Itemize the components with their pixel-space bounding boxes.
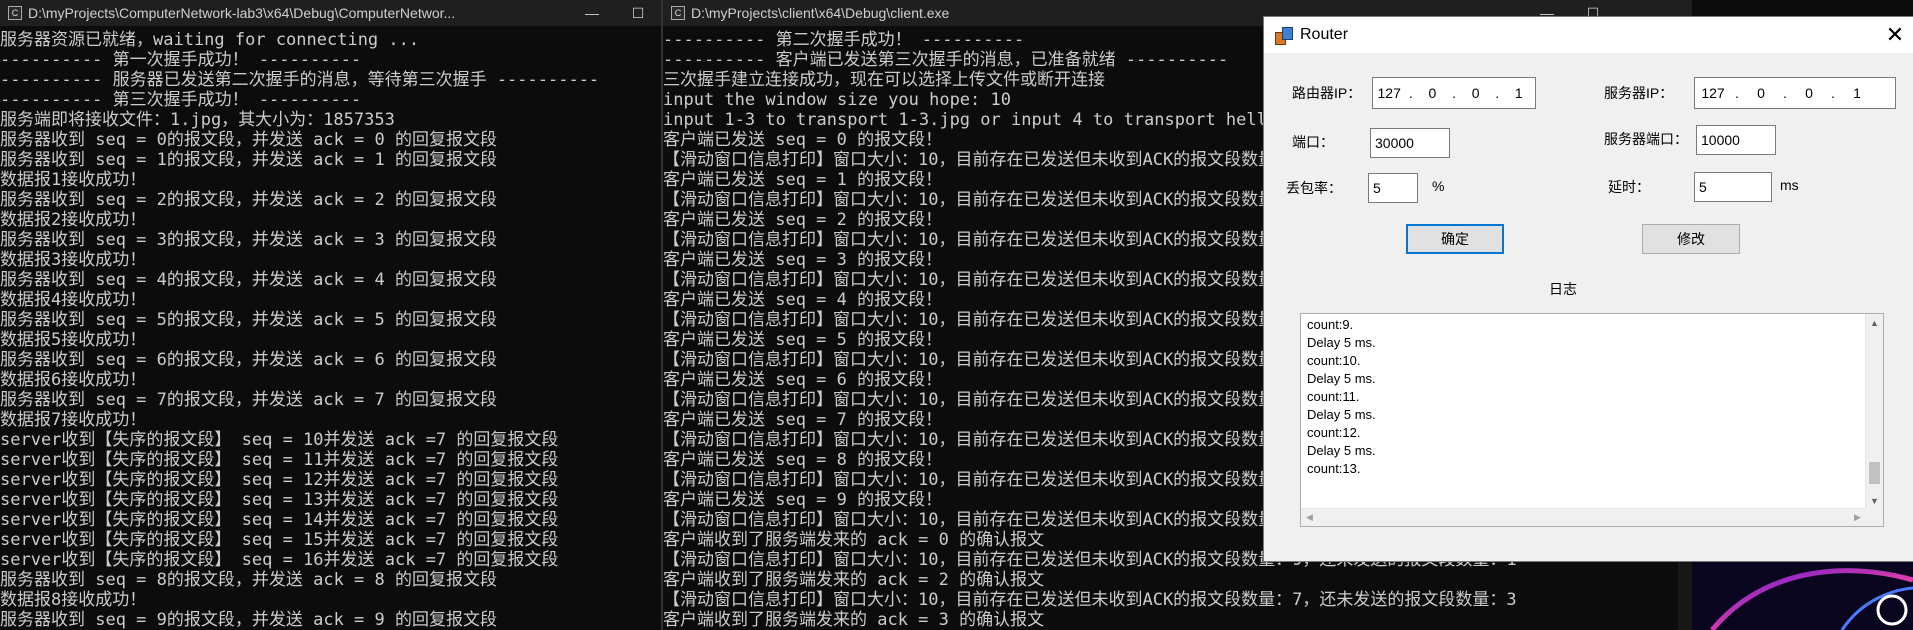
scroll-thumb[interactable] (1869, 462, 1880, 484)
console-line: 服务器收到 seq = 3的报文段，并发送 ack = 3 的回复报文段 (0, 230, 497, 250)
server-console-title: D:\myProjects\ComputerNetwork-lab3\x64\D… (28, 5, 456, 21)
ip-dot: . (1831, 85, 1835, 101)
log-line: count:12. (1307, 425, 1361, 440)
console-line: 数据报3接收成功！ (0, 250, 147, 270)
port-input[interactable]: 30000 (1370, 128, 1450, 158)
console-line: 服务器收到 seq = 6的报文段，并发送 ack = 6 的回复报文段 (0, 350, 497, 370)
log-horizontal-scrollbar[interactable]: ◀ ▶ (1301, 508, 1866, 526)
router-dialog: Router ✕ 路由器IP： 127. 0. 0. 1 服务器IP： 127.… (1263, 16, 1913, 562)
server-ip-field[interactable]: 127. 0. 0. 1 (1694, 77, 1896, 109)
server-console-output: 服务器资源已就绪，waiting for connecting ... -----… (0, 26, 661, 630)
console-line: 服务器收到 seq = 0的报文段，并发送 ack = 0 的回复报文段 (0, 130, 497, 150)
server-port-label: 服务器端口： (1604, 131, 1688, 147)
packet-loss-label: 丢包率： (1286, 180, 1342, 196)
console-line: 服务端即将接收文件：1.jpg，其大小为：1857353 (0, 110, 395, 130)
server-port-input[interactable]: 10000 (1696, 125, 1776, 155)
minimize-icon[interactable]: — (569, 0, 615, 26)
scroll-up-icon[interactable]: ▲ (1866, 314, 1883, 331)
client-console-title: D:\myProjects\client\x64\Debug\client.ex… (691, 5, 950, 21)
console-line: server收到【失序的报文段】 seq = 12并发送 ack =7 的回复报… (0, 470, 559, 490)
packet-loss-input[interactable]: 5 (1368, 173, 1418, 203)
log-line: Delay 5 ms. (1307, 407, 1376, 422)
log-line: Delay 5 ms. (1307, 443, 1376, 458)
server-ip-octet-2[interactable]: 0 (1743, 85, 1779, 101)
console-app-icon: C (8, 6, 22, 20)
log-line: Delay 5 ms. (1307, 371, 1376, 386)
console-line: 数据报4接收成功！ (0, 290, 147, 310)
ip-dot: . (1452, 85, 1456, 101)
delay-unit: ms (1780, 177, 1799, 193)
scroll-left-icon[interactable]: ◀ (1301, 509, 1318, 526)
console-line: 【滑动窗口信息打印】窗口大小：10，目前存在已发送但未收到ACK的报文段数量：7… (663, 590, 1517, 610)
console-line: 服务器收到 seq = 2的报文段，并发送 ack = 2 的回复报文段 (0, 190, 497, 210)
console-line: 服务器资源已就绪，waiting for connecting ... (0, 30, 420, 50)
server-ip-octet-1[interactable]: 127 (1695, 85, 1731, 101)
console-line: 服务器收到 seq = 1的报文段，并发送 ack = 1 的回复报文段 (0, 150, 497, 170)
server-ip-octet-4[interactable]: 1 (1839, 85, 1875, 101)
router-app-icon (1274, 26, 1293, 45)
packet-loss-unit: % (1432, 178, 1445, 194)
router-title: Router (1300, 26, 1349, 43)
console-line: ---------- 服务器已发送第二次握手的消息，等待第三次握手 ------… (0, 70, 600, 90)
scroll-right-icon[interactable]: ▶ (1849, 509, 1866, 526)
log-vertical-scrollbar[interactable]: ▲ ▼ (1865, 314, 1883, 509)
console-line: 服务器收到 seq = 9的报文段，并发送 ack = 9 的回复报文段 (0, 610, 497, 630)
port-label: 端口： (1292, 134, 1334, 150)
router-ip-octet-3[interactable]: 0 (1459, 85, 1491, 101)
console-line: 服务器收到 seq = 4的报文段，并发送 ack = 4 的回复报文段 (0, 270, 497, 290)
console-line: 数据报5接收成功！ (0, 330, 147, 350)
console-line: ---------- 第三次握手成功！ ---------- (0, 90, 362, 110)
console-line: 数据报2接收成功！ (0, 210, 147, 230)
console-line: 客户端收到了服务端发来的 ack = 2 的确认报文 (663, 570, 1045, 590)
router-ip-octet-4[interactable]: 1 (1503, 85, 1535, 101)
console-line: 客户端收到了服务端发来的 ack = 3 的确认报文 (663, 610, 1045, 630)
delay-label: 延时： (1608, 179, 1650, 195)
console-line: 数据报6接收成功！ (0, 370, 147, 390)
console-line: server收到【失序的报文段】 seq = 13并发送 ack =7 的回复报… (0, 490, 559, 510)
console-line: server收到【失序的报文段】 seq = 14并发送 ack =7 的回复报… (0, 510, 559, 530)
scrollbar-corner (1866, 509, 1883, 526)
console-line: 服务器收到 seq = 7的报文段，并发送 ack = 7 的回复报文段 (0, 390, 497, 410)
router-ip-octet-1[interactable]: 127 (1373, 85, 1405, 101)
console-line: 服务器收到 seq = 5的报文段，并发送 ack = 5 的回复报文段 (0, 310, 497, 330)
server-console-window: C D:\myProjects\ComputerNetwork-lab3\x64… (0, 0, 661, 630)
scroll-down-icon[interactable]: ▼ (1866, 492, 1883, 509)
wallpaper-swirl-graphic (1710, 568, 1913, 630)
maximize-icon[interactable]: ☐ (615, 0, 661, 26)
log-content: count:9. Delay 5 ms. count:10. Delay 5 ms. c… (1307, 316, 1865, 508)
desktop-wallpaper (1692, 560, 1913, 630)
server-ip-octet-3[interactable]: 0 (1791, 85, 1827, 101)
server-ip-label: 服务器IP： (1604, 85, 1674, 101)
delay-input[interactable]: 5 (1694, 172, 1772, 202)
router-titlebar[interactable]: Router ✕ (1264, 17, 1913, 53)
server-console-titlebar[interactable]: C D:\myProjects\ComputerNetwork-lab3\x64… (0, 0, 661, 26)
console-line: server收到【失序的报文段】 seq = 11并发送 ack =7 的回复报… (0, 450, 559, 470)
log-line: count:10. (1307, 353, 1361, 368)
console-line: server收到【失序的报文段】 seq = 16并发送 ack =7 的回复报… (0, 550, 559, 570)
router-ip-label: 路由器IP： (1292, 85, 1362, 101)
console-line: server收到【失序的报文段】 seq = 10并发送 ack =7 的回复报… (0, 430, 559, 450)
log-listbox[interactable]: count:9. Delay 5 ms. count:10. Delay 5 ms. c… (1300, 313, 1884, 527)
console-line: 服务器收到 seq = 8的报文段，并发送 ack = 8 的回复报文段 (0, 570, 497, 590)
console-app-icon: C (671, 6, 685, 20)
log-line: count:13. (1307, 461, 1361, 476)
router-ip-field[interactable]: 127. 0. 0. 1 (1372, 77, 1536, 109)
close-icon[interactable]: ✕ (1880, 21, 1910, 49)
console-line: 数据报8接收成功！ (0, 590, 147, 610)
ip-dot: . (1735, 85, 1739, 101)
ip-dot: . (1408, 85, 1413, 101)
console-line: ---------- 第一次握手成功！ ---------- (0, 50, 362, 70)
ip-dot: . (1783, 85, 1787, 101)
log-line: Delay 5 ms. (1307, 335, 1376, 350)
confirm-button[interactable]: 确定 (1406, 224, 1504, 254)
console-line: 数据报1接收成功！ (0, 170, 147, 190)
log-label: 日志 (1549, 281, 1577, 297)
router-ip-octet-2[interactable]: 0 (1416, 85, 1448, 101)
log-line: count:11. (1307, 389, 1360, 404)
console-line: 数据报7接收成功！ (0, 410, 147, 430)
modify-button[interactable]: 修改 (1642, 224, 1740, 254)
ip-dot: . (1495, 85, 1500, 101)
console-line: server收到【失序的报文段】 seq = 15并发送 ack =7 的回复报… (0, 530, 559, 550)
log-line: count:9. (1307, 317, 1354, 332)
